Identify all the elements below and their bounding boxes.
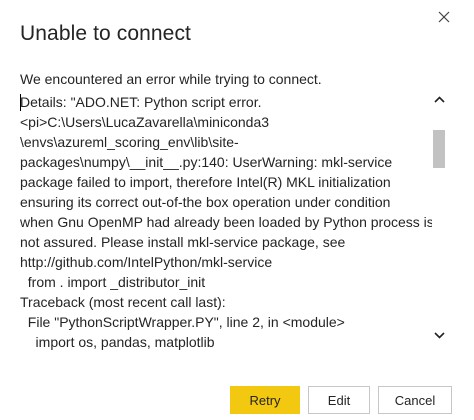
dialog-title: Unable to connect (20, 22, 191, 45)
details-line: File "PythonScriptWrapper.PY", line 2, i… (20, 314, 345, 330)
close-button[interactable] (433, 6, 455, 28)
error-dialog: Unable to connect We encountered an erro… (0, 0, 474, 420)
chevron-down-icon (433, 331, 445, 339)
details-scrollbar[interactable] (432, 92, 446, 362)
details-line: from . import _distributor_init (20, 274, 206, 290)
details-line: import os, pandas, matplotlib (20, 334, 215, 350)
details-line: http://github.com/IntelPython/mkl-servic… (20, 254, 273, 270)
details-line: <pi>C:\Users\LucaZavarella\miniconda3 (20, 114, 270, 130)
close-icon (438, 11, 450, 23)
scroll-up-button[interactable] (432, 92, 446, 106)
details-line: packages\numpy\__init__.py:140: UserWarn… (20, 154, 393, 170)
retry-button[interactable]: Retry (230, 386, 300, 414)
details-line: Traceback (most recent call last): (20, 294, 226, 310)
details-textbox[interactable]: Details: "ADO.NET: Python script error. <… (20, 92, 452, 362)
details-line: \envs\azureml_scoring_env\lib\site- (20, 134, 239, 150)
intro-message: We encountered an error while trying to … (20, 71, 322, 87)
edit-button[interactable]: Edit (308, 386, 370, 414)
details-text[interactable]: Details: "ADO.NET: Python script error. <… (20, 92, 434, 352)
cancel-button[interactable]: Cancel (378, 386, 452, 414)
text-caret (20, 94, 21, 111)
chevron-up-icon (433, 95, 445, 103)
details-line: ensuring its correct out-of-the box oper… (20, 194, 391, 210)
details-line: when Gnu OpenMP had already been loaded … (20, 214, 434, 230)
details-line: Details: "ADO.NET: Python script error. (20, 94, 262, 110)
details-line: package failed to import, therefore Inte… (20, 174, 391, 190)
scroll-thumb[interactable] (433, 129, 445, 168)
details-line: not assured. Please install mkl-service … (20, 234, 346, 250)
scroll-down-button[interactable] (432, 328, 446, 342)
